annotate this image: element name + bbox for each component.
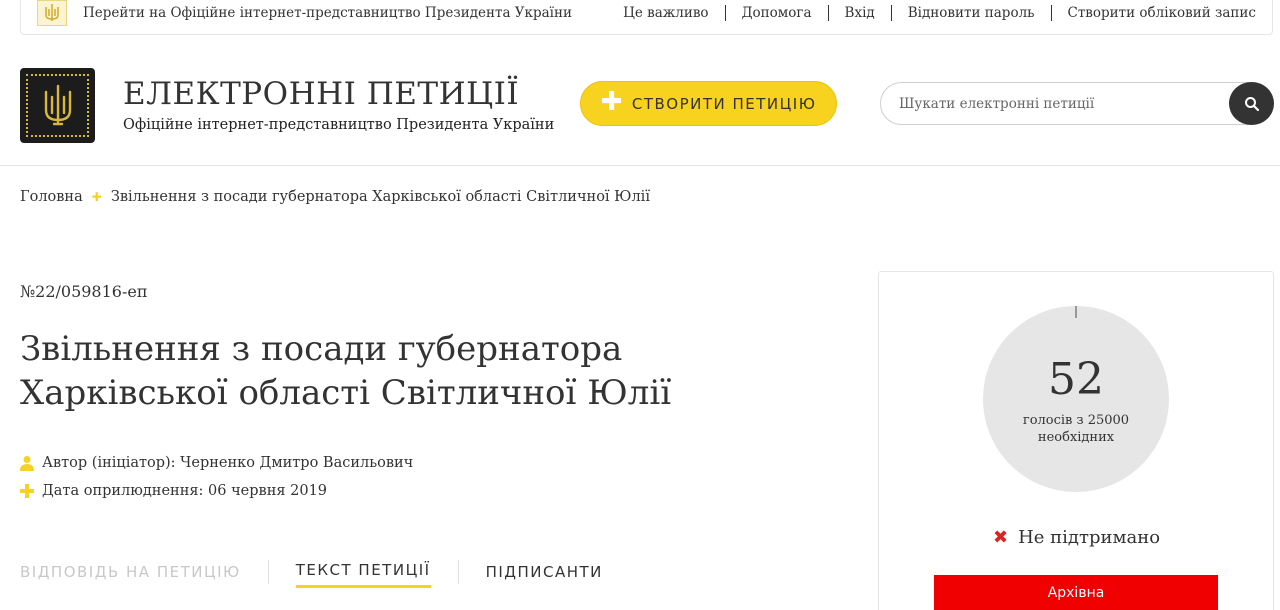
top-nav: Це важливо Допомога Вхід Відновити парол… (607, 5, 1272, 21)
vote-label-line2: необхідних (1037, 430, 1115, 445)
archive-badge: Архівна (934, 575, 1218, 610)
petition-status: ✖ Не підтримано (993, 527, 1160, 548)
petition-date-row: Дата оприлюднення: 06 червня 2019 (20, 483, 327, 499)
petition-number: №22/059816-еп (20, 282, 148, 301)
user-icon (20, 456, 34, 471)
create-petition-label: СТВОРИТИ ПЕТИЦІЮ (631, 94, 817, 113)
petition-title: Звільнення з посади губернатора Харківсь… (20, 329, 672, 413)
president-site-link[interactable]: Перейти на Офіційне інтернет-представниц… (83, 5, 572, 21)
breadcrumb-home-link[interactable]: Головна (20, 189, 83, 205)
vote-progress-tick (1075, 306, 1077, 318)
tab-petition-text[interactable]: ТЕКСТ ПЕТИЦІЇ (295, 561, 431, 588)
breadcrumb-current: Звільнення з посади губернатора Харківсь… (110, 189, 650, 205)
tab-separator (267, 559, 269, 584)
tab-signers[interactable]: ПІДПИСАНТИ (486, 563, 603, 587)
site-logo[interactable] (20, 68, 95, 143)
vote-card: 52 голосів з 25000 необхідних ✖ Не підтр… (878, 271, 1274, 610)
breadcrumb-separator-icon: ✚ (91, 190, 102, 204)
logo-frame (26, 74, 89, 137)
petition-tabs: ВІДПОВІДЬ НА ПЕТИЦІЮ ТЕКСТ ПЕТИЦІЇ ПІДПИ… (20, 559, 603, 588)
nav-restore-password-link[interactable]: Відновити пароль (892, 5, 1051, 21)
close-icon: ✖ (993, 527, 1009, 548)
petition-author: Автор (ініціатор): Черненко Дмитро Васил… (42, 455, 414, 471)
top-bar: Перейти на Офіційне інтернет-представниц… (20, 0, 1273, 35)
create-petition-button[interactable]: ✚ СТВОРИТИ ПЕТИЦІЮ (580, 81, 837, 126)
trident-emblem-icon[interactable] (37, 0, 67, 26)
nav-login-link[interactable]: Вхід (829, 5, 891, 21)
site-subtitle: Офіційне інтернет-представництво Президе… (123, 117, 555, 133)
header-divider (0, 165, 1280, 166)
site-title[interactable]: ЕЛЕКТРОННІ ПЕТИЦІЇ (123, 76, 519, 112)
petition-date: Дата оприлюднення: 06 червня 2019 (42, 483, 328, 499)
nav-important-link[interactable]: Це важливо (607, 5, 724, 21)
nav-help-link[interactable]: Допомога (726, 5, 828, 21)
vote-label: голосів з 25000 необхідних (983, 412, 1169, 446)
breadcrumb: Головна ✚ Звільнення з посади губернатор… (20, 189, 650, 205)
search-icon (1244, 96, 1259, 111)
nav-register-link[interactable]: Створити обліковий запис (1052, 5, 1273, 21)
petition-author-row: Автор (ініціатор): Черненко Дмитро Васил… (20, 455, 413, 471)
trident-icon (44, 84, 71, 125)
search-box (880, 82, 1274, 125)
cross-date-icon (20, 484, 34, 498)
vote-progress-circle: 52 голосів з 25000 необхідних (983, 306, 1169, 492)
search-input[interactable] (899, 93, 1219, 115)
vote-count: 52 (1048, 354, 1104, 405)
status-text: Не підтримано (1018, 527, 1161, 548)
tab-separator (457, 559, 459, 584)
tab-answer[interactable]: ВІДПОВІДЬ НА ПЕТИЦІЮ (20, 563, 241, 587)
plus-icon: ✚ (600, 87, 624, 117)
vote-label-line1: голосів з 25000 (1022, 413, 1130, 428)
search-button[interactable] (1229, 82, 1274, 125)
